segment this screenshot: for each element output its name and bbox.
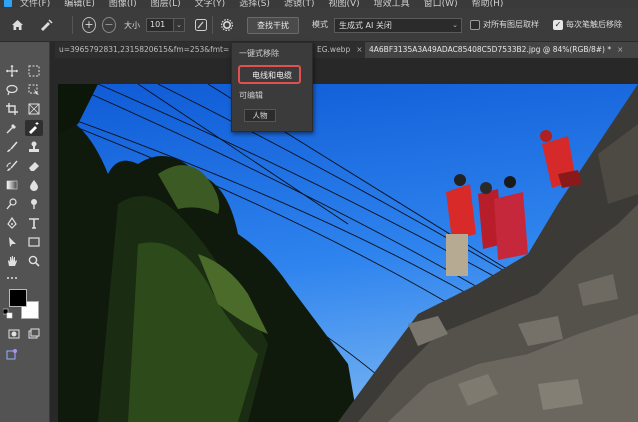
tab-document-3[interactable]: 4A6BF3135A3A49ADAC85408C5D7533B2.jpg @ 8… <box>365 42 638 58</box>
sample-all-layers-label: 对所有图层取样 <box>483 20 539 29</box>
menu-item[interactable]: 增效工具 <box>374 0 410 8</box>
pressure-icon[interactable] <box>193 17 209 33</box>
gradient-tool-icon[interactable] <box>3 177 21 193</box>
default-colors-icon[interactable] <box>3 308 13 319</box>
generative-icon[interactable] <box>3 346 21 362</box>
menu-item[interactable]: 窗口(W) <box>424 0 458 8</box>
mode-select[interactable]: 生成式 AI 关闭 ⌄ <box>334 18 462 33</box>
after-each-stroke-checkbox[interactable]: ✓ <box>553 20 563 30</box>
photoshop-logo[interactable] <box>4 0 12 7</box>
crop-tool-icon[interactable] <box>3 101 21 117</box>
pen-tool-icon[interactable] <box>3 215 21 231</box>
menu-item-people[interactable]: 人物 <box>244 109 276 122</box>
rectangle-tool-icon[interactable] <box>25 234 43 250</box>
document-canvas[interactable] <box>58 84 638 422</box>
history-brush-icon[interactable] <box>3 158 21 174</box>
sponge-tool-icon[interactable] <box>25 196 43 212</box>
chevron-down-icon: ⌄ <box>452 21 458 29</box>
quick-mask-icon[interactable] <box>5 326 23 342</box>
close-icon[interactable]: × <box>617 45 623 54</box>
menu-items: 文件(F) 编辑(E) 图像(I) 图层(L) 文字(Y) 选择(S) 滤镜(T) 视图(V)… <box>20 0 503 8</box>
find-distractions-dropdown: 一键式移除 电线和电缆 可编辑 人物 <box>231 42 313 132</box>
brush-tool-icon[interactable] <box>3 139 21 155</box>
menu-item[interactable]: 文件(F) <box>20 0 50 8</box>
tools-panel <box>0 42 50 422</box>
zoom-tool-icon[interactable] <box>25 253 43 269</box>
tab-label: u=3965792831,2315820615&fm=253&fmt= <box>59 45 230 54</box>
separator <box>212 16 213 34</box>
document-tab-bar: u=3965792831,2315820615&fm=253&fmt= EG.w… <box>55 42 638 58</box>
menu-item[interactable]: 图层(L) <box>151 0 181 8</box>
tab-document-2[interactable]: EG.webp × <box>313 42 365 58</box>
find-distractions-button[interactable]: 查找干扰 <box>247 17 299 34</box>
foreground-color-swatch[interactable] <box>9 289 27 307</box>
marquee-tool-icon[interactable] <box>25 63 43 79</box>
brush-add-icon[interactable]: + <box>82 17 96 33</box>
mode-label: 模式 <box>312 20 328 29</box>
blur-tool-icon[interactable] <box>25 177 43 193</box>
move-tool-icon[interactable] <box>3 63 21 79</box>
menu-item-wires-and-cables[interactable]: 电线和电缆 <box>238 65 301 84</box>
size-dropdown-icon[interactable]: ⌄ <box>173 18 185 32</box>
sample-all-layers-checkbox[interactable] <box>470 20 480 30</box>
lasso-tool-icon[interactable] <box>3 82 21 98</box>
after-each-stroke-label: 每次笔触后移除 <box>566 20 622 29</box>
object-select-tool-icon[interactable] <box>25 82 43 98</box>
brush-subtract-icon[interactable]: − <box>102 17 116 33</box>
close-icon[interactable]: × <box>356 45 362 54</box>
menu-item[interactable]: 编辑(E) <box>64 0 95 8</box>
menu-item[interactable]: 文字(Y) <box>195 0 226 8</box>
separator <box>72 16 73 34</box>
menu-item[interactable]: 滤镜(T) <box>284 0 315 8</box>
options-bar: + − 大小 101 ⌄ 查找干扰 模式 生成式 AI 关闭 ⌄ 对所有图层取样… <box>0 8 638 42</box>
size-label: 大小 <box>124 21 140 30</box>
type-tool-icon[interactable] <box>25 215 43 231</box>
more-tools-icon[interactable] <box>3 270 21 286</box>
menu-item[interactable]: 帮助(H) <box>472 0 504 8</box>
canvas-pasteboard <box>50 58 638 84</box>
home-icon[interactable] <box>9 17 25 33</box>
section-editable: 可编辑 <box>239 91 263 100</box>
stamp-tool-icon[interactable] <box>25 139 43 155</box>
tab-label: EG.webp <box>317 45 351 54</box>
eraser-tool-icon[interactable] <box>25 158 43 174</box>
menu-bar: 文件(F) 编辑(E) 图像(I) 图层(L) 文字(Y) 选择(S) 滤镜(T) 视图(V)… <box>0 0 638 8</box>
menu-item[interactable]: 选择(S) <box>239 0 270 8</box>
path-select-icon[interactable] <box>3 234 21 250</box>
photo-image <box>58 84 638 422</box>
dodge-tool-icon[interactable] <box>3 196 21 212</box>
hand-tool-icon[interactable] <box>3 253 21 269</box>
section-one-click-remove: 一键式移除 <box>239 49 279 58</box>
menu-item[interactable]: 视图(V) <box>328 0 359 8</box>
mode-value: 生成式 AI 关闭 <box>339 21 392 30</box>
screen-mode-icon[interactable] <box>25 326 43 342</box>
menu-item-label: 电线和电缆 <box>252 71 292 80</box>
frame-tool-icon[interactable] <box>25 101 43 117</box>
menu-item[interactable]: 图像(I) <box>109 0 137 8</box>
remove-tool-icon[interactable] <box>25 120 43 136</box>
eyedropper-tool-icon[interactable] <box>3 120 21 136</box>
tab-label: 4A6BF3135A3A49ADAC85408C5D7533B2.jpg @ 8… <box>369 45 612 54</box>
gear-icon[interactable] <box>219 17 235 33</box>
remove-tool-icon[interactable] <box>38 17 54 33</box>
tab-document-1[interactable]: u=3965792831,2315820615&fm=253&fmt= <box>55 42 231 58</box>
